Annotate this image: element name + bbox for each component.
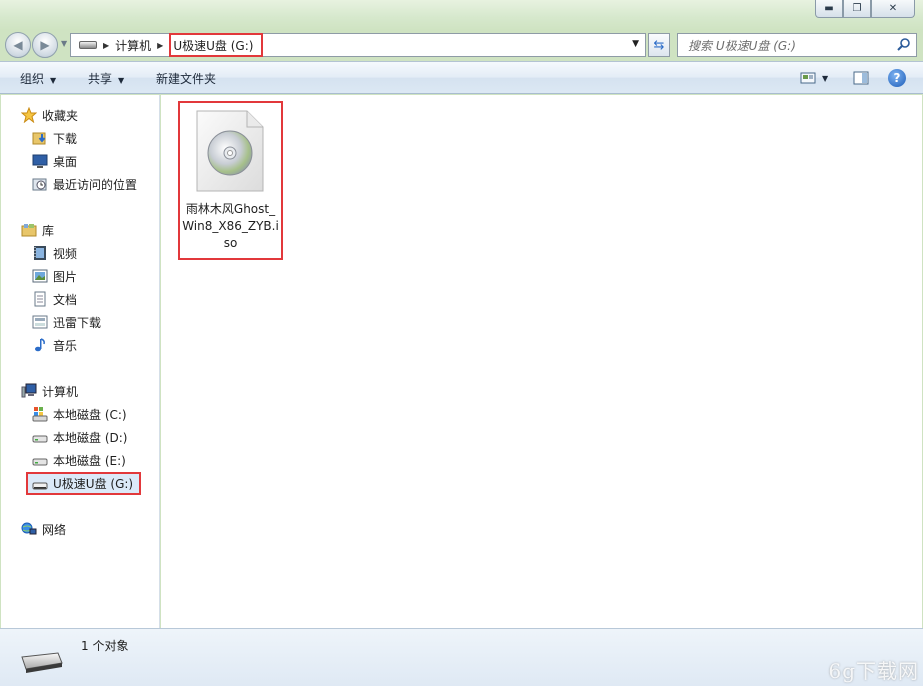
sidebar-network-label: 网络 xyxy=(42,522,67,537)
status-item-count: 1 个对象 xyxy=(81,639,129,653)
navigation-bar: ◀ ▶ ▼ ▶ 计算机 ▶ U极速U盘 (G:) ▼ ⇆ 搜索 U极速U盘 (G… xyxy=(0,30,923,60)
usb-drive-icon xyxy=(32,482,48,489)
new-folder-button[interactable]: 新建文件夹 xyxy=(156,70,216,87)
maximize-button[interactable]: ❐ xyxy=(843,0,871,18)
sidebar-network[interactable]: 网络 xyxy=(21,519,66,539)
share-button[interactable]: 共享 ▼ xyxy=(88,70,124,87)
file-item[interactable]: 雨林木风Ghost_Win8_X86_ZYB.iso xyxy=(178,101,283,260)
breadcrumb-current-drive[interactable]: U极速U盘 (G:) xyxy=(169,33,264,57)
sidebar-favorites[interactable]: 收藏夹 xyxy=(21,105,78,125)
breadcrumb-computer[interactable]: 计算机 xyxy=(115,37,151,54)
library-icon xyxy=(21,224,37,237)
picture-library-icon xyxy=(32,269,48,283)
sidebar-item-label: 本地磁盘 (C:) xyxy=(53,407,127,422)
sidebar-item-drive-d[interactable]: 本地磁盘 (D:) xyxy=(32,427,127,447)
status-bar: 1 个对象 6g下载网 xyxy=(0,628,923,686)
refresh-icon: ⇆ xyxy=(653,37,665,53)
sidebar-item-label: 本地磁盘 (E:) xyxy=(53,453,126,468)
sidebar-item-drive-e[interactable]: 本地磁盘 (E:) xyxy=(32,450,126,470)
system-drive-icon xyxy=(32,407,48,422)
sidebar-item-pictures[interactable]: 图片 xyxy=(32,266,77,286)
minimize-button[interactable]: ▬ xyxy=(815,0,843,18)
refresh-button[interactable]: ⇆ xyxy=(648,33,670,57)
chevron-down-icon: ▼ xyxy=(50,76,57,85)
sidebar-item-documents[interactable]: 文档 xyxy=(32,289,77,309)
disc-image-icon xyxy=(196,110,264,192)
computer-icon xyxy=(21,383,37,398)
address-dropdown-icon[interactable]: ▼ xyxy=(632,39,639,49)
recent-places-icon xyxy=(32,178,47,191)
star-icon xyxy=(21,107,37,123)
search-icon[interactable] xyxy=(896,37,912,53)
sidebar-item-drive-c[interactable]: 本地磁盘 (C:) xyxy=(32,404,127,424)
preview-pane-icon[interactable] xyxy=(853,70,869,86)
document-library-icon xyxy=(34,291,46,307)
forward-button[interactable]: ▶ xyxy=(32,32,58,58)
view-options-dropdown-icon[interactable]: ▼ xyxy=(822,74,828,83)
file-name: 雨林木风Ghost_Win8_X86_ZYB.iso xyxy=(182,202,279,250)
search-placeholder: 搜索 U极速U盘 (G:) xyxy=(688,38,796,53)
breadcrumb-separator-icon[interactable]: ▶ xyxy=(157,41,163,50)
navigation-pane: 收藏夹 下载 桌面 最近访问的位置 库 视频 图片 文档 迅雷下载 音乐 计算机 xyxy=(1,95,160,628)
window-controls: ▬ ❐ ✕ xyxy=(815,0,915,18)
share-label: 共享 xyxy=(88,72,113,86)
downloads-folder-icon xyxy=(32,132,46,145)
chevron-down-icon: ▼ xyxy=(118,76,125,85)
sidebar-item-label: 文档 xyxy=(53,292,78,307)
sidebar-computer[interactable]: 计算机 xyxy=(21,381,78,401)
command-toolbar: 组织 ▼ 共享 ▼ 新建文件夹 ▼ ? xyxy=(0,61,923,94)
drive-icon xyxy=(32,458,48,466)
sidebar-libraries[interactable]: 库 xyxy=(21,220,54,240)
file-list-pane: 雨林木风Ghost_Win8_X86_ZYB.iso xyxy=(161,95,922,628)
title-bar: ▬ ❐ ✕ xyxy=(0,0,923,30)
search-input[interactable]: 搜索 U极速U盘 (G:) xyxy=(677,33,917,57)
sidebar-computer-label: 计算机 xyxy=(42,384,79,399)
desktop-icon xyxy=(32,154,48,168)
help-button[interactable]: ? xyxy=(888,69,906,87)
sidebar-item-label: 桌面 xyxy=(53,154,78,169)
sidebar-item-label: 图片 xyxy=(53,269,78,284)
watermark: 6g下载网 xyxy=(828,659,919,683)
sidebar-item-label: 视频 xyxy=(53,246,78,261)
address-bar[interactable]: ▶ 计算机 ▶ U极速U盘 (G:) ▼ xyxy=(70,33,646,57)
usb-drive-large-icon xyxy=(21,652,63,673)
organize-label: 组织 xyxy=(20,72,45,86)
sidebar-item-downloads[interactable]: 下载 xyxy=(32,128,77,148)
organize-button[interactable]: 组织 ▼ xyxy=(20,70,56,87)
network-icon xyxy=(21,522,37,535)
drive-icon xyxy=(79,41,97,49)
close-button[interactable]: ✕ xyxy=(871,0,915,18)
sidebar-item-music[interactable]: 音乐 xyxy=(32,335,77,355)
sidebar-item-label: 最近访问的位置 xyxy=(53,177,138,192)
help-icon: ? xyxy=(893,71,901,85)
forward-arrow-icon: ▶ xyxy=(40,38,50,52)
back-arrow-icon: ◀ xyxy=(13,38,23,52)
sidebar-libraries-label: 库 xyxy=(42,223,55,238)
sidebar-item-thunder-downloads[interactable]: 迅雷下载 xyxy=(32,312,101,332)
sidebar-item-recent-places[interactable]: 最近访问的位置 xyxy=(32,174,137,194)
breadcrumb-separator-icon[interactable]: ▶ xyxy=(103,41,109,50)
recent-pages-dropdown[interactable]: ▼ xyxy=(61,39,67,48)
change-view-icon[interactable] xyxy=(800,70,816,86)
drive-icon xyxy=(32,435,48,443)
back-button[interactable]: ◀ xyxy=(5,32,31,58)
sidebar-item-usb-drive-g[interactable]: U极速U盘 (G:) xyxy=(26,472,142,495)
sidebar-item-label: 音乐 xyxy=(53,338,78,353)
sidebar-item-video[interactable]: 视频 xyxy=(32,243,77,263)
sidebar-item-label: U极速U盘 (G:) xyxy=(53,477,134,491)
sidebar-item-label: 下载 xyxy=(53,131,78,146)
sidebar-favorites-label: 收藏夹 xyxy=(42,108,79,123)
sidebar-item-label: 迅雷下载 xyxy=(53,315,102,330)
thunder-download-icon xyxy=(32,315,48,329)
music-library-icon xyxy=(35,338,45,352)
sidebar-item-desktop[interactable]: 桌面 xyxy=(32,151,77,171)
video-library-icon xyxy=(34,246,46,260)
sidebar-item-label: 本地磁盘 (D:) xyxy=(53,430,128,445)
